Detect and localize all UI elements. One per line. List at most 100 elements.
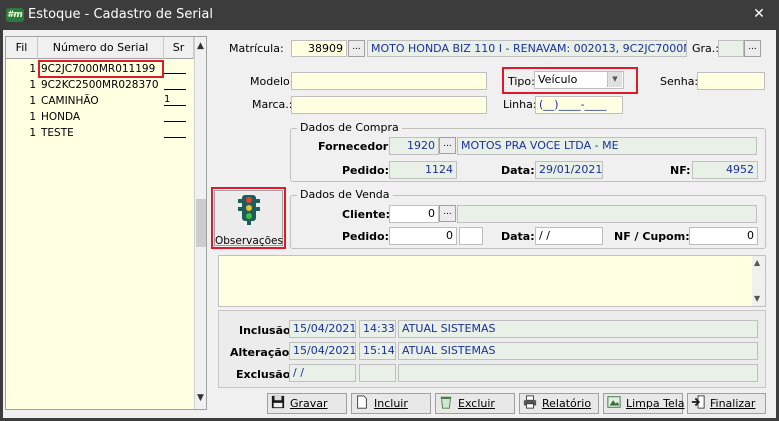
cell-serial: HONDA <box>41 111 81 123</box>
finalizar-label: Finalizar <box>710 397 756 410</box>
column-header-serial[interactable]: Número do Serial <box>38 37 164 59</box>
cell-sr <box>164 63 186 74</box>
selected-serial-highlight <box>38 60 164 78</box>
venda-data-input[interactable]: / / <box>535 227 603 245</box>
modelo-label: Modelo: <box>250 75 294 88</box>
close-icon[interactable]: ✕ <box>750 5 768 23</box>
exit-icon <box>691 395 705 409</box>
senha-label: Senha: <box>660 75 699 88</box>
matricula-description: MOTO HONDA BIZ 110 I - RENAVAM: 002013, … <box>367 40 687 57</box>
window-frame-left <box>0 30 3 421</box>
memo-scrollbar[interactable]: ▲ ▼ <box>752 256 765 306</box>
fornecedor-lookup-button[interactable]: ... <box>439 137 456 154</box>
table-row[interactable]: 1 TESTE <box>6 126 194 141</box>
relatorio-button[interactable]: Relatório <box>519 393 599 414</box>
serial-grid[interactable]: Fil Número do Serial Sr 1 9C2JC7000MR011… <box>5 36 207 410</box>
scroll-up-icon[interactable]: ▲ <box>197 41 204 51</box>
matricula-label: Matrícula: <box>229 42 284 55</box>
grid-scrollbar[interactable]: ▲ ▼ <box>194 37 206 409</box>
matricula-lookup-button[interactable]: ... <box>348 40 365 57</box>
compra-pedido-label: Pedido: <box>342 164 389 177</box>
app-icon: #m <box>6 8 24 22</box>
recycle-bin-icon <box>440 396 452 409</box>
nfcupom-label: NF / Cupom: <box>614 230 690 243</box>
window-title: Estoque - Cadastro de Serial <box>28 7 213 22</box>
venda-group-title: Dados de Venda <box>297 188 393 201</box>
cell-sr: 1 <box>164 95 186 106</box>
compra-group-title: Dados de Compra <box>297 121 402 134</box>
title-bar: #m Estoque - Cadastro de Serial ✕ <box>0 0 779 30</box>
marca-label: Marca.: <box>252 98 293 111</box>
alteracao-date: 15/04/2021 <box>289 342 356 360</box>
printer-icon <box>523 395 537 409</box>
venda-pedido-input[interactable]: 0 <box>389 227 457 245</box>
compra-data-label: Data: <box>501 164 535 177</box>
cell-serial: TESTE <box>41 127 74 139</box>
venda-pedido-extra[interactable] <box>459 227 483 245</box>
marca-input[interactable] <box>291 96 487 114</box>
gra-lookup-button[interactable]: ... <box>744 40 761 57</box>
gravar-button[interactable]: Gravar <box>267 393 347 414</box>
table-row[interactable]: 1 CAMINHÃO 1 <box>6 94 194 109</box>
exclusao-user <box>398 364 758 382</box>
exclusao-date: / / <box>289 364 356 382</box>
new-document-icon <box>357 395 367 409</box>
table-row[interactable]: 1 9C2KC2500MR028370 <box>6 78 194 93</box>
scroll-down-icon[interactable]: ▼ <box>754 294 760 303</box>
cell-sr <box>164 79 186 90</box>
clear-screen-icon <box>607 396 621 408</box>
cell-fil: 1 <box>29 63 36 75</box>
gra-field <box>718 40 744 57</box>
column-header-sr[interactable]: Sr <box>164 37 194 59</box>
inclusao-user: ATUAL SISTEMAS <box>398 320 758 338</box>
cell-fil: 1 <box>29 95 36 107</box>
tipo-selected-value: Veículo <box>538 73 578 86</box>
nfcupom-input[interactable]: 0 <box>689 227 758 245</box>
table-row[interactable]: 1 HONDA <box>6 110 194 125</box>
cliente-code-input[interactable]: 0 <box>389 205 439 223</box>
compra-nf-label: NF: <box>670 164 691 177</box>
inclusao-label: Inclusão: <box>239 324 295 337</box>
column-header-fil[interactable]: Fil <box>6 37 38 59</box>
linha-input[interactable]: (__)____-____ <box>535 96 623 114</box>
scroll-up-icon[interactable]: ▲ <box>754 258 760 267</box>
cliente-lookup-button[interactable]: ... <box>439 205 456 222</box>
cliente-label: Cliente: <box>342 208 391 221</box>
modelo-input[interactable] <box>291 72 487 90</box>
scroll-thumb[interactable] <box>196 199 206 247</box>
cell-sr <box>164 127 186 138</box>
incluir-label: Incluir <box>374 397 408 410</box>
excluir-label: Excluir <box>458 397 495 410</box>
observacoes-button[interactable]: Observações <box>214 190 283 247</box>
excluir-button[interactable]: Excluir <box>435 393 515 414</box>
chevron-down-icon[interactable]: ▼ <box>607 72 622 87</box>
compra-pedido-input[interactable]: 1124 <box>389 161 457 179</box>
cell-fil: 1 <box>29 127 36 139</box>
compra-data-input[interactable]: 29/01/2021 <box>535 161 603 179</box>
scroll-down-icon[interactable]: ▼ <box>197 393 204 403</box>
cell-serial: CAMINHÃO <box>41 95 99 107</box>
matricula-input[interactable]: 38909 <box>291 40 347 57</box>
tipo-label: Tipo: <box>508 75 535 88</box>
finalizar-button[interactable]: Finalizar <box>687 393 766 414</box>
traffic-light-icon <box>238 195 260 225</box>
alteracao-time: 15:14 <box>359 342 396 360</box>
relatorio-label: Relatório <box>542 397 592 410</box>
limpa-tela-button[interactable]: Limpa Tela <box>603 393 685 414</box>
fornecedor-code-input[interactable]: 1920 <box>389 137 439 155</box>
incluir-button[interactable]: Incluir <box>351 393 431 414</box>
floppy-disk-icon <box>271 395 285 409</box>
grid-header: Fil Número do Serial Sr <box>6 37 194 59</box>
observacoes-memo[interactable]: ▲ ▼ <box>218 255 766 307</box>
inclusao-time: 14:33 <box>359 320 396 338</box>
exclusao-time <box>359 364 396 382</box>
gravar-label: Gravar <box>290 397 328 410</box>
compra-nf-input[interactable]: 4952 <box>692 161 758 179</box>
cell-fil: 1 <box>29 79 36 91</box>
senha-input[interactable] <box>697 72 765 90</box>
venda-data-label: Data: <box>501 230 535 243</box>
fornecedor-name: MOTOS PRA VOCE LTDA - ME <box>457 137 757 155</box>
grid-body: 1 9C2JC7000MR011199 1 9C2KC2500MR028370 … <box>6 60 194 409</box>
exclusao-label: Exclusão: <box>236 368 295 381</box>
alteracao-label: Alteração: <box>230 346 294 359</box>
